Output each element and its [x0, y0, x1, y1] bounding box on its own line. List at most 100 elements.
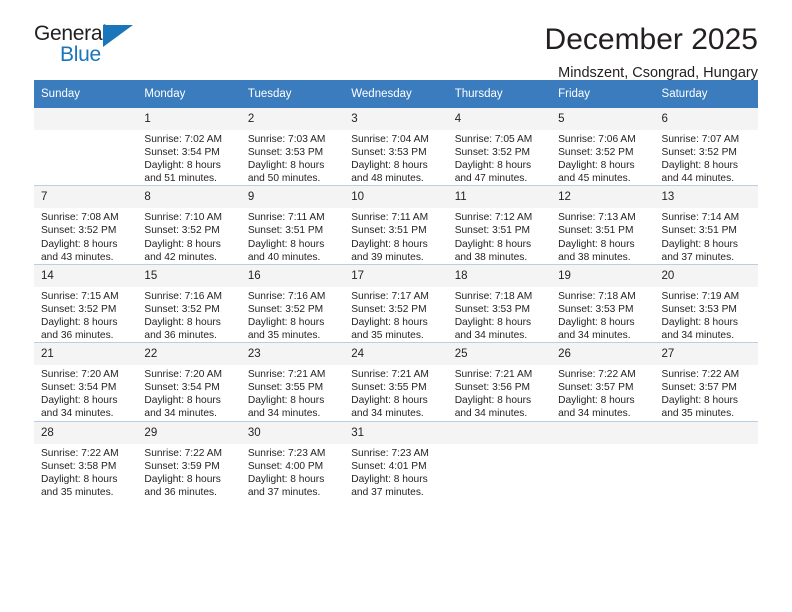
day-cell[interactable]: 23 Sunrise: 7:21 AM Sunset: 3:55 PM Dayligh… — [240, 342, 345, 421]
day-sun-info: Sunrise: 7:18 AM Sunset: 3:53 PM Daylight:… — [448, 287, 551, 342]
day-cell[interactable]: 21 Sunrise: 7:20 AM Sunset: 3:54 PM Dayligh… — [34, 342, 138, 421]
day-sun-info: Sunrise: 7:02 AM Sunset: 3:54 PM Daylight:… — [137, 130, 240, 185]
day-cell[interactable]: 2 Sunrise: 7:03 AM Sunset: 3:53 PM Daylight… — [240, 108, 345, 186]
day-sun-info: Sunrise: 7:17 AM Sunset: 3:52 PM Daylight:… — [344, 287, 447, 342]
page-header: General Blue December 2025 Mindszent, Cs… — [34, 0, 758, 81]
daylight-text-cont: and 37 minutes. — [661, 251, 735, 263]
weekday-header-wednesday: Wednesday — [344, 80, 448, 108]
day-cell[interactable]: 18 Sunrise: 7:18 AM Sunset: 3:53 PM Dayligh… — [447, 263, 552, 343]
daylight-text-cont: and 36 minutes. — [144, 486, 217, 498]
sunset-text: Sunset: 3:53 PM — [351, 147, 427, 159]
general-blue-logo[interactable]: General Blue — [34, 22, 152, 70]
day-cell[interactable]: 11 Sunrise: 7:12 AM Sunset: 3:51 PM Dayligh… — [447, 185, 552, 265]
daylight-text: Daylight: 8 hours — [41, 395, 118, 407]
sunrise-sunset-calendar-table: Sunday Monday Tuesday Wednesday Thursday… — [34, 80, 758, 499]
sunrise-text: Sunrise: 7:12 AM — [454, 212, 533, 224]
day-number: 7 — [34, 186, 138, 209]
day-sun-info: Sunrise: 7:23 AM Sunset: 4:00 PM Daylight:… — [241, 444, 344, 499]
day-cell[interactable]: 24 Sunrise: 7:21 AM Sunset: 3:55 PM Dayligh… — [344, 342, 448, 421]
daylight-text-cont: and 44 minutes. — [661, 173, 735, 185]
sunrise-text: Sunrise: 7:19 AM — [661, 290, 740, 302]
day-number: 2 — [240, 108, 345, 130]
daylight-text-cont: and 35 minutes. — [351, 330, 424, 342]
day-cell[interactable]: 16 Sunrise: 7:16 AM Sunset: 3:52 PM Dayligh… — [240, 263, 345, 343]
sunset-text: Sunset: 3:52 PM — [351, 303, 427, 315]
sunrise-text: Sunrise: 7:04 AM — [351, 134, 429, 145]
day-cell[interactable]: 28 Sunrise: 7:22 AM Sunset: 3:58 PM Dayligh… — [34, 420, 138, 499]
day-cell[interactable]: 6 Sunrise: 7:07 AM Sunset: 3:52 PM Daylight… — [654, 108, 758, 186]
day-cell[interactable]: 15 Sunrise: 7:16 AM Sunset: 3:52 PM Dayligh… — [137, 263, 241, 343]
daylight-text-cont: and 34 minutes. — [454, 408, 528, 420]
day-cell[interactable]: 12 Sunrise: 7:13 AM Sunset: 3:51 PM Dayligh… — [551, 185, 655, 265]
daylight-text: Daylight: 8 hours — [41, 473, 118, 485]
daylight-text-cont: and 38 minutes. — [454, 251, 528, 263]
day-cell[interactable]: 22 Sunrise: 7:20 AM Sunset: 3:54 PM Dayligh… — [137, 342, 241, 421]
daylight-text-cont: and 50 minutes. — [247, 173, 321, 185]
day-sun-info: Sunrise: 7:03 AM Sunset: 3:53 PM Daylight:… — [241, 130, 344, 185]
weekday-header-row: Sunday Monday Tuesday Wednesday Thursday… — [34, 80, 758, 108]
day-cell[interactable]: 13 Sunrise: 7:14 AM Sunset: 3:51 PM Dayligh… — [654, 185, 758, 265]
daylight-text: Daylight: 8 hours — [247, 473, 325, 485]
sunset-text: Sunset: 3:52 PM — [454, 147, 531, 159]
sunrise-text: Sunrise: 7:11 AM — [351, 212, 429, 224]
daylight-text-cont: and 51 minutes. — [144, 173, 217, 185]
day-cell[interactable]: 8 Sunrise: 7:10 AM Sunset: 3:52 PM Daylight… — [137, 185, 241, 265]
day-cell[interactable]: 17 Sunrise: 7:17 AM Sunset: 3:52 PM Dayligh… — [344, 263, 448, 343]
sunrise-text: Sunrise: 7:02 AM — [144, 134, 223, 145]
day-cell[interactable]: 27 Sunrise: 7:22 AM Sunset: 3:57 PM Dayligh… — [654, 342, 758, 421]
day-number: 22 — [137, 343, 241, 366]
day-number: 26 — [551, 343, 655, 366]
day-number: 8 — [137, 186, 241, 209]
sunset-text: Sunset: 4:00 PM — [247, 460, 324, 472]
day-cell[interactable]: 30 Sunrise: 7:23 AM Sunset: 4:00 PM Dayligh… — [240, 420, 345, 499]
day-cell-empty — [654, 420, 758, 499]
day-cell[interactable]: 26 Sunrise: 7:22 AM Sunset: 3:57 PM Dayligh… — [551, 342, 655, 421]
day-sun-info: Sunrise: 7:22 AM Sunset: 3:59 PM Daylight:… — [137, 444, 240, 499]
day-cell[interactable]: 9 Sunrise: 7:11 AM Sunset: 3:51 PM Daylight… — [240, 185, 345, 265]
daylight-text: Daylight: 8 hours — [144, 395, 221, 407]
day-number: 23 — [240, 343, 345, 366]
daylight-text: Daylight: 8 hours — [351, 395, 428, 407]
day-sun-info: Sunrise: 7:05 AM Sunset: 3:52 PM Daylight:… — [448, 130, 551, 185]
daylight-text-cont: and 34 minutes. — [558, 408, 631, 420]
sunrise-text: Sunrise: 7:23 AM — [351, 447, 429, 459]
day-cell[interactable]: 19 Sunrise: 7:18 AM Sunset: 3:53 PM Dayligh… — [551, 263, 655, 343]
day-cell[interactable]: 29 Sunrise: 7:22 AM Sunset: 3:59 PM Dayligh… — [137, 420, 241, 499]
day-sun-info: Sunrise: 7:11 AM Sunset: 3:51 PM Daylight:… — [241, 208, 344, 263]
day-cell[interactable]: 5 Sunrise: 7:06 AM Sunset: 3:52 PM Daylight… — [551, 108, 655, 186]
daylight-text: Daylight: 8 hours — [454, 238, 532, 250]
sunrise-text: Sunrise: 7:21 AM — [247, 369, 326, 381]
day-number: 29 — [137, 421, 241, 444]
day-sun-info: Sunrise: 7:22 AM Sunset: 3:57 PM Daylight:… — [551, 365, 654, 420]
daylight-text: Daylight: 8 hours — [661, 160, 738, 172]
day-cell[interactable]: 7 Sunrise: 7:08 AM Sunset: 3:52 PM Daylight… — [34, 185, 138, 265]
day-cell[interactable]: 4 Sunrise: 7:05 AM Sunset: 3:52 PM Daylight… — [447, 108, 552, 186]
daylight-text-cont: and 42 minutes. — [144, 251, 217, 263]
page-title: December 2025 — [544, 23, 758, 56]
day-cell[interactable]: 31 Sunrise: 7:23 AM Sunset: 4:01 PM Dayligh… — [344, 420, 448, 499]
daylight-text-cont: and 48 minutes. — [351, 173, 424, 185]
day-cell[interactable]: 25 Sunrise: 7:21 AM Sunset: 3:56 PM Dayligh… — [447, 342, 552, 421]
daylight-text-cont: and 35 minutes. — [41, 486, 114, 498]
sunset-text: Sunset: 3:51 PM — [661, 225, 737, 237]
day-number: 1 — [137, 108, 241, 130]
day-cell[interactable]: 20 Sunrise: 7:19 AM Sunset: 3:53 PM Dayligh… — [654, 263, 758, 343]
day-sun-info: Sunrise: 7:21 AM Sunset: 3:56 PM Daylight:… — [448, 365, 551, 420]
day-cell[interactable]: 10 Sunrise: 7:11 AM Sunset: 3:51 PM Dayligh… — [344, 185, 448, 265]
daylight-text: Daylight: 8 hours — [661, 316, 738, 328]
day-sun-info: Sunrise: 7:07 AM Sunset: 3:52 PM Daylight:… — [655, 130, 758, 185]
day-sun-info: Sunrise: 7:14 AM Sunset: 3:51 PM Daylight:… — [655, 208, 758, 263]
daylight-text: Daylight: 8 hours — [351, 316, 428, 328]
sunset-text: Sunset: 3:53 PM — [558, 303, 634, 315]
day-sun-info: Sunrise: 7:16 AM Sunset: 3:52 PM Daylight:… — [241, 287, 344, 342]
calendar-body: 1 Sunrise: 7:02 AM Sunset: 3:54 PM Daylight… — [34, 108, 758, 499]
day-number: 5 — [551, 108, 655, 130]
daylight-text-cont: and 39 minutes. — [351, 251, 424, 263]
day-cell-empty — [34, 108, 138, 186]
day-cell[interactable]: 1 Sunrise: 7:02 AM Sunset: 3:54 PM Daylight… — [137, 108, 241, 186]
day-cell[interactable]: 14 Sunrise: 7:15 AM Sunset: 3:52 PM Dayligh… — [34, 263, 138, 343]
day-cell[interactable]: 3 Sunrise: 7:04 AM Sunset: 3:53 PM Daylight… — [344, 108, 448, 186]
sunrise-text: Sunrise: 7:13 AM — [558, 212, 636, 224]
day-sun-info: Sunrise: 7:15 AM Sunset: 3:52 PM Daylight:… — [34, 287, 137, 342]
daylight-text-cont: and 40 minutes. — [247, 251, 321, 263]
